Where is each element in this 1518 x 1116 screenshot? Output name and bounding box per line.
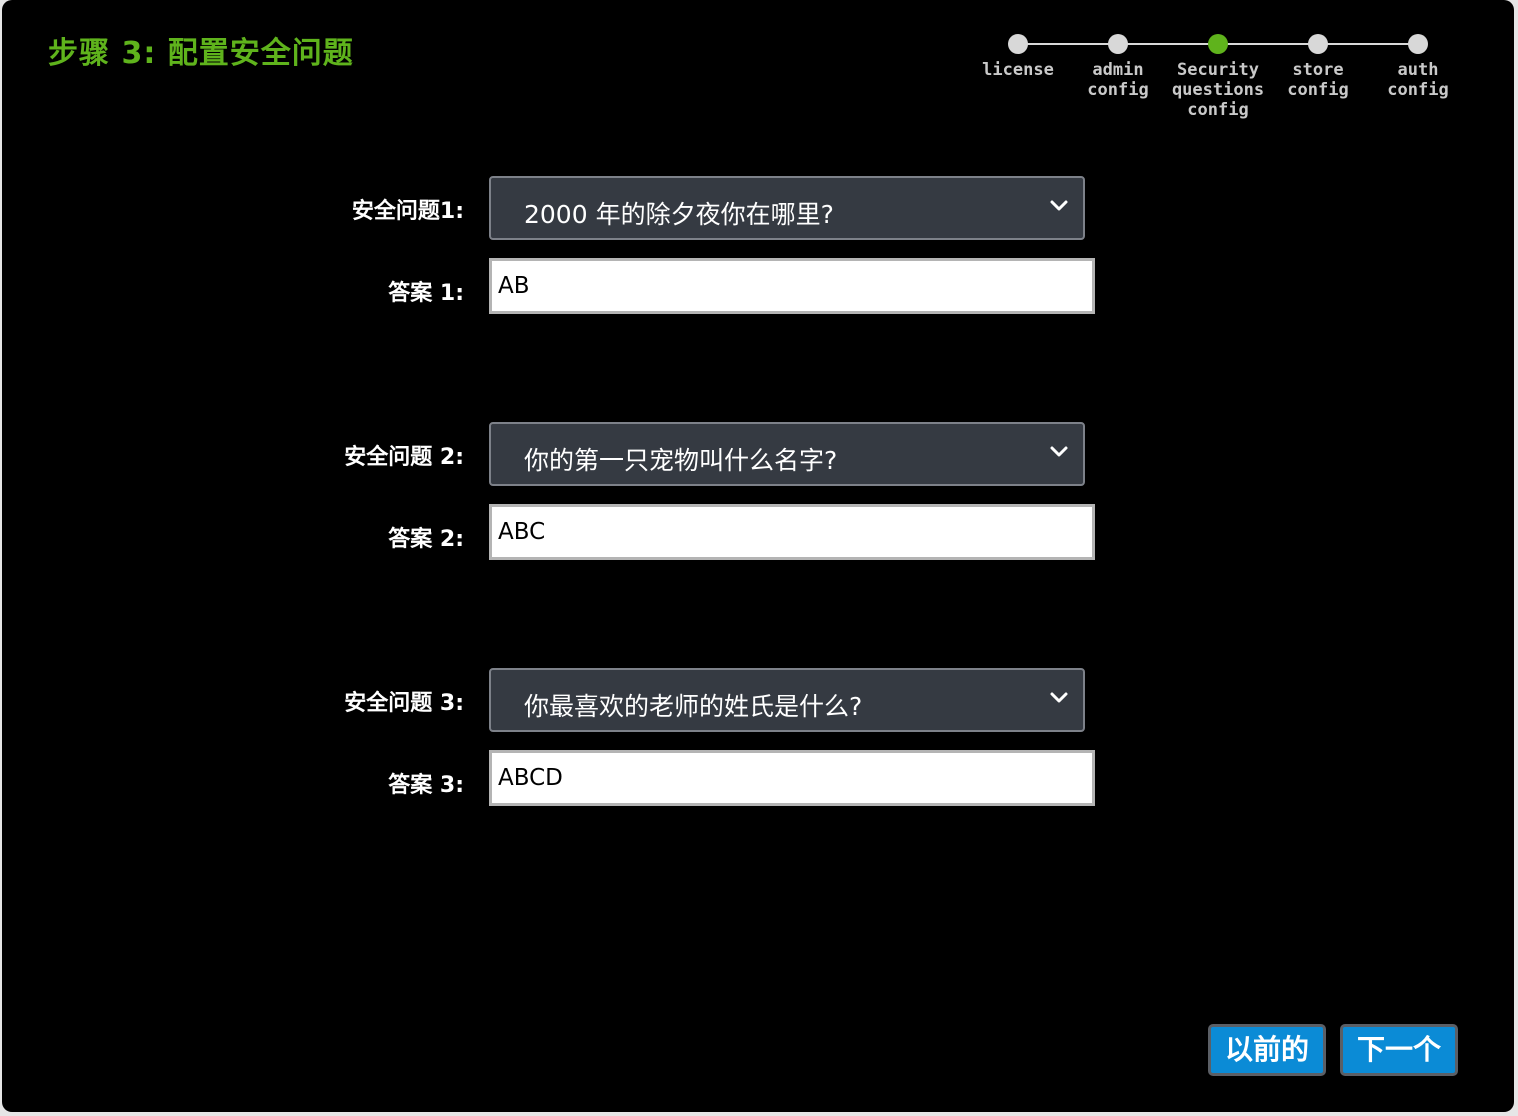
tracker-dot [1408, 34, 1428, 54]
tracker-label: admin config [1087, 60, 1149, 100]
tracker-dot-active [1208, 34, 1228, 54]
chevron-down-icon [1050, 692, 1068, 703]
tracker-dot [1108, 34, 1128, 54]
tracker-label: auth config [1387, 60, 1449, 100]
next-button[interactable]: 下一个 [1340, 1024, 1458, 1076]
security-question-3-value: 你最喜欢的老师的姓氏是什么? [524, 692, 863, 721]
security-question-3-label: 安全问题 3: [344, 691, 464, 716]
chevron-down-icon [1050, 446, 1068, 457]
tracker-step-auth-config: auth config [1368, 32, 1468, 100]
answer-1-input[interactable] [489, 258, 1095, 314]
tracker-label: Security questions config [1171, 60, 1265, 120]
answer-2-label: 答案 2: [388, 527, 464, 552]
security-question-2-select[interactable]: 你的第一只宠物叫什么名字? [489, 422, 1085, 486]
security-question-2-label: 安全问题 2: [344, 445, 464, 470]
tracker-label: store config [1287, 60, 1349, 100]
answer-3-label: 答案 3: [388, 773, 464, 798]
tracker-label: license [982, 60, 1054, 80]
security-question-1-label: 安全问题1: [351, 199, 464, 224]
chevron-down-icon [1050, 200, 1068, 211]
security-question-1-value: 2000 年的除夕夜你在哪里? [524, 200, 834, 229]
tracker-dot [1008, 34, 1028, 54]
security-question-1-select[interactable]: 2000 年的除夕夜你在哪里? [489, 176, 1085, 240]
answer-2-input[interactable] [489, 504, 1095, 560]
tracker-step-store-config: store config [1268, 32, 1368, 100]
answer-3-input[interactable] [489, 750, 1095, 806]
security-question-2-value: 你的第一只宠物叫什么名字? [524, 446, 838, 475]
page-title: 步骤 3: 配置安全问题 [48, 36, 354, 71]
previous-button[interactable]: 以前的 [1208, 1024, 1326, 1076]
security-question-3-select[interactable]: 你最喜欢的老师的姓氏是什么? [489, 668, 1085, 732]
tracker-step-security-questions: Security questions config [1168, 32, 1268, 120]
progress-tracker: license admin config Security questions … [968, 32, 1468, 132]
tracker-step-license: license [968, 32, 1068, 80]
tracker-dot [1308, 34, 1328, 54]
tracker-step-admin-config: admin config [1068, 32, 1168, 100]
setup-window: 步骤 3: 配置安全问题 license admin config Securi… [2, 0, 1514, 1112]
answer-1-label: 答案 1: [388, 281, 464, 306]
